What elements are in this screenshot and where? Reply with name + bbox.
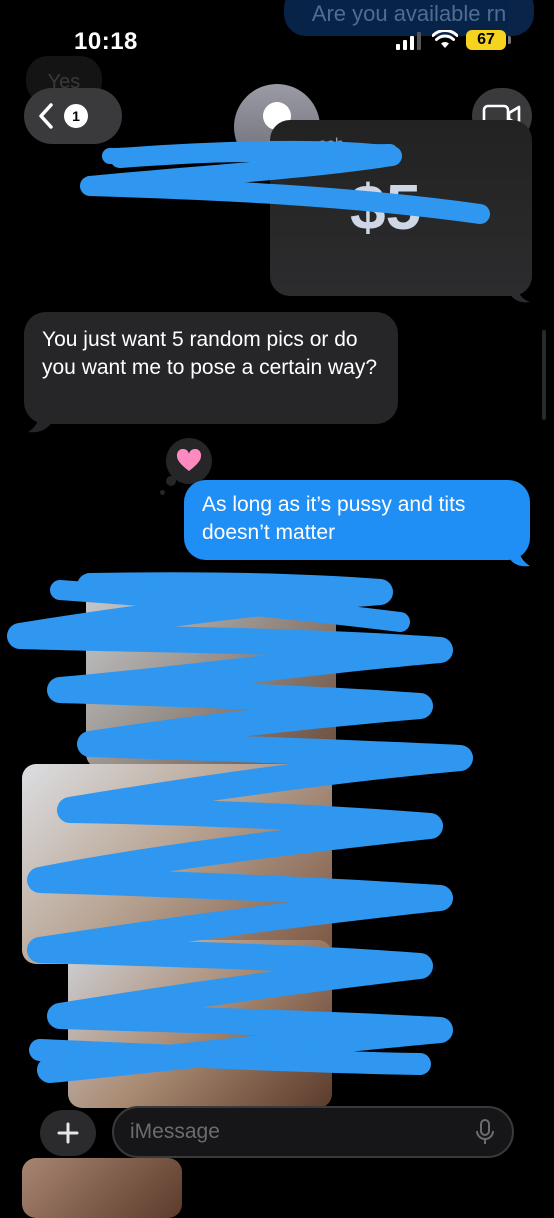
photo-attachment[interactable] [22,764,332,964]
battery-level: 67 [466,30,506,50]
heart-reaction[interactable] [166,438,212,484]
message-input-placeholder: iMessage [130,1120,220,1143]
plus-icon [57,1122,79,1144]
bubble-tail [510,284,530,303]
cash-card-label: ash [318,136,344,153]
tapback-tail-dot [160,490,165,495]
back-button[interactable]: 1 [24,88,122,144]
scroll-indicator [542,330,546,420]
photo-attachment[interactable] [86,588,336,768]
outgoing-message-bubble[interactable]: As long as it’s pussy and tits doesn’t m… [184,480,530,560]
incoming-message-bubble[interactable]: You just want 5 random pics or do you wa… [24,312,398,424]
wifi-icon [432,30,458,48]
photo-attachment[interactable] [22,1158,182,1218]
unread-badge: 1 [64,104,88,128]
battery-cap [508,36,511,44]
add-attachment-button[interactable] [40,1110,96,1156]
microphone-icon[interactable] [474,1118,496,1146]
message-input[interactable]: iMessage [112,1106,514,1158]
signal-icon [396,32,421,50]
cash-amount: $5 [350,171,422,243]
bubble-tail [508,548,530,567]
bubble-tail [28,414,52,433]
status-time: 10:18 [74,28,138,55]
photo-attachment[interactable] [68,940,332,1108]
heart-icon [176,449,202,471]
chevron-left-icon [39,103,53,129]
